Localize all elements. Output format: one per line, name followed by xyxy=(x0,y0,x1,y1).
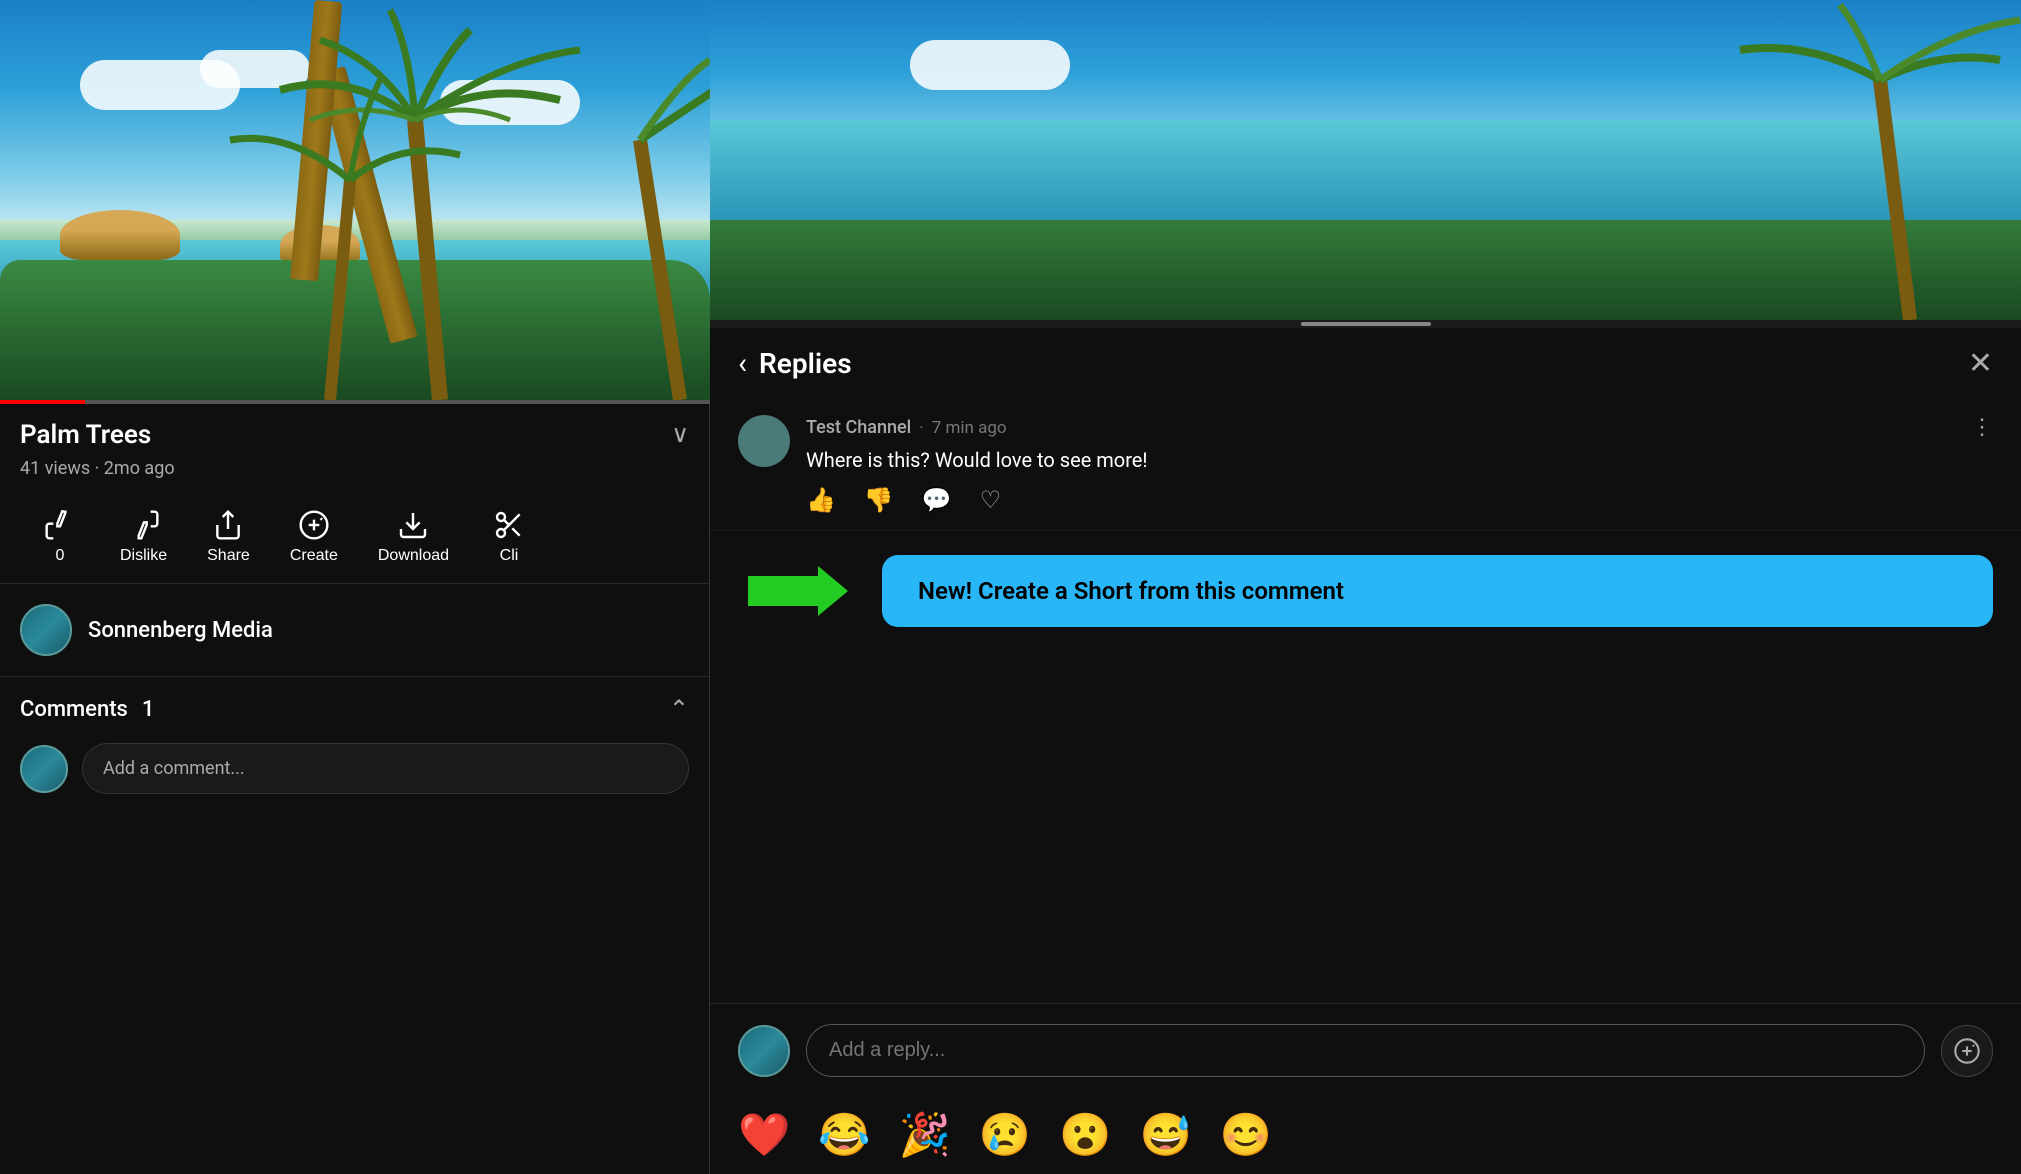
emoji-sweat-smile[interactable]: 😅 xyxy=(1139,1111,1191,1160)
comment-input[interactable]: Add a comment... xyxy=(82,743,689,794)
download-button[interactable]: Download xyxy=(358,499,469,575)
create-short-label: New! Create a Short from this comment xyxy=(918,577,1344,605)
create-short-button[interactable]: New! Create a Short from this comment xyxy=(882,555,1993,627)
progress-fill xyxy=(0,400,85,404)
emoji-laugh[interactable]: 😂 xyxy=(818,1111,870,1160)
like-count: 0 xyxy=(56,547,65,565)
add-comment-row: Add a comment... xyxy=(0,735,709,802)
clip-label: Cli xyxy=(500,547,519,565)
create-short-area: New! Create a Short from this comment xyxy=(710,539,2021,643)
clip-button[interactable]: Cli xyxy=(469,499,549,575)
video-info: Palm Trees ∨ xyxy=(0,404,709,458)
emoji-surprised[interactable]: 😮 xyxy=(1059,1111,1111,1160)
thread-author-row: Test Channel · 7 min ago ⋮ xyxy=(806,415,1993,440)
dislike-label: Dislike xyxy=(120,547,167,565)
share-label: Share xyxy=(207,547,250,565)
emoji-row: ❤️ 😂 🎉 😢 😮 😅 😊 xyxy=(710,1097,2021,1174)
comment-reply-button[interactable]: 💬 xyxy=(922,486,952,514)
thread-time: 7 min ago xyxy=(932,418,1007,438)
comment-thread: Test Channel · 7 min ago ⋮ Where is this… xyxy=(710,399,2021,531)
create-label: Create xyxy=(290,547,338,565)
video-progress-bar[interactable] xyxy=(0,400,710,404)
arrow-indicator xyxy=(738,556,858,626)
dislike-button[interactable]: Dislike xyxy=(100,499,187,575)
thread-text: Where is this? Would love to see more! xyxy=(806,446,1993,474)
thread-actions: 👍 👎 💬 ♡ xyxy=(806,486,1993,514)
emoji-heart[interactable]: ❤️ xyxy=(738,1111,790,1160)
user-avatar xyxy=(20,745,68,793)
replies-title: Replies xyxy=(759,347,1968,380)
thread-content: Test Channel · 7 min ago ⋮ Where is this… xyxy=(806,415,1993,514)
action-bar: 0 Dislike Share Create xyxy=(0,491,709,584)
scroll-handle[interactable] xyxy=(1301,322,1431,326)
right-video-thumbnail[interactable] xyxy=(710,0,2021,320)
arrow-shape xyxy=(748,566,848,616)
emoji-sad[interactable]: 😢 xyxy=(979,1111,1031,1160)
video-meta: 41 views · 2mo ago xyxy=(0,458,709,491)
reply-input-area xyxy=(710,1003,2021,1097)
download-label: Download xyxy=(378,547,449,565)
share-button[interactable]: Share xyxy=(187,499,270,575)
like-button[interactable]: 0 xyxy=(20,499,100,575)
video-title: Palm Trees xyxy=(20,420,151,450)
close-button[interactable]: ✕ xyxy=(1968,346,1993,381)
reply-input[interactable] xyxy=(806,1024,1925,1077)
reply-create-button[interactable] xyxy=(1941,1025,1993,1077)
channel-avatar xyxy=(20,604,72,656)
left-panel: Palm Trees ∨ 41 views · 2mo ago 0 Dislik… xyxy=(0,0,710,1174)
right-video-controls xyxy=(710,320,2021,328)
more-options-button[interactable]: ⋮ xyxy=(1971,415,1993,440)
separator: · xyxy=(919,418,923,438)
comments-title: Comments 1 xyxy=(20,697,154,722)
right-panel: ‹ Replies ✕ Test Channel · 7 min ago ⋮ W… xyxy=(710,0,2021,1174)
emoji-smile[interactable]: 😊 xyxy=(1220,1111,1272,1160)
sort-icon[interactable]: ⌃ xyxy=(669,695,689,723)
comment-heart-button[interactable]: ♡ xyxy=(980,486,1002,514)
replies-header: ‹ Replies ✕ xyxy=(710,328,2021,399)
thread-author: Test Channel xyxy=(806,417,911,438)
create-button[interactable]: Create xyxy=(270,499,358,575)
emoji-party[interactable]: 🎉 xyxy=(899,1111,951,1160)
comments-header: Comments 1 ⌃ xyxy=(0,677,709,735)
channel-name: Sonnenberg Media xyxy=(88,618,273,643)
video-thumbnail[interactable] xyxy=(0,0,710,400)
channel-row[interactable]: Sonnenberg Media xyxy=(0,584,709,677)
commenter-avatar xyxy=(738,415,790,467)
reply-user-avatar xyxy=(738,1025,790,1077)
back-button[interactable]: ‹ xyxy=(738,346,747,381)
comment-like-button[interactable]: 👍 xyxy=(806,486,836,514)
expand-icon[interactable]: ∨ xyxy=(671,420,689,448)
comment-dislike-button[interactable]: 👎 xyxy=(864,486,894,514)
